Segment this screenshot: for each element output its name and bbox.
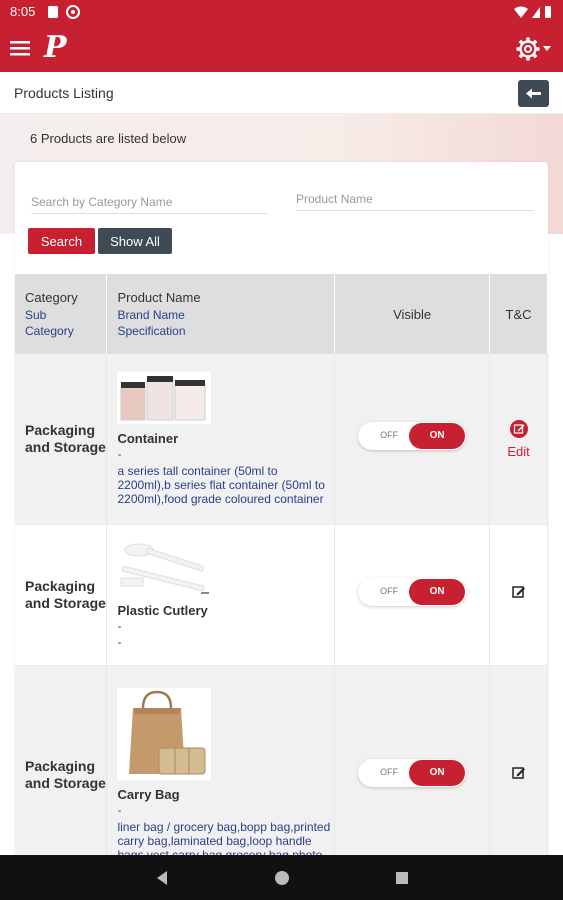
product-image-cutlery[interactable] — [117, 539, 214, 596]
status-time: 8:05 — [10, 4, 36, 19]
tc-edit-link[interactable]: Edit — [490, 419, 547, 459]
signal-battery-icon — [514, 6, 551, 18]
header-visible: Visible — [334, 274, 491, 354]
app-logo[interactable]: P — [44, 30, 67, 65]
header-product-name: Product Name — [117, 290, 201, 305]
table-row: Packaging and Storage Carry Bag - liner — [15, 665, 548, 862]
toggle-on-label: ON — [409, 579, 466, 605]
nav-back-icon[interactable] — [155, 870, 169, 886]
product-cell: Carry Bag - liner bag / grocery bag,bopp… — [106, 665, 336, 862]
visibility-toggle[interactable]: OFF ON — [358, 758, 467, 787]
visibility-toggle[interactable]: OFF ON — [358, 422, 467, 451]
toggle-off-label: OFF — [380, 766, 399, 777]
sim-icon — [48, 6, 58, 18]
edit-icon[interactable] — [511, 765, 527, 781]
settings-gear-icon[interactable] — [515, 36, 541, 62]
row-category: Packaging and Storage — [25, 421, 106, 455]
visible-cell: OFF ON — [334, 524, 491, 666]
toggle-off-label: OFF — [380, 430, 399, 441]
row-specification: - — [117, 634, 122, 649]
edit-circle-icon — [509, 419, 528, 438]
tc-cell: Edit — [489, 354, 548, 525]
visible-cell: OFF ON — [334, 665, 491, 862]
products-count-text: 6 Products are listed below — [30, 131, 187, 146]
system-nav-bar — [0, 855, 563, 900]
header-specification: Specification — [117, 324, 186, 338]
nav-recents-icon[interactable] — [395, 871, 409, 885]
products-card: Search by Category Name Product Name Sea… — [15, 162, 548, 862]
tc-cell — [489, 665, 548, 862]
visible-cell: OFF ON — [334, 354, 491, 525]
product-cell: Plastic Cutlery - - — [106, 524, 336, 666]
products-table: Category Sub Category Product Name Brand… — [15, 274, 548, 862]
header-sub-category: Sub Category — [25, 308, 74, 338]
product-image-container[interactable] — [117, 371, 212, 424]
app-bar: P — [0, 24, 563, 72]
table-row: Packaging and Storage Container - a seri… — [15, 354, 548, 525]
edit-icon[interactable] — [511, 584, 527, 600]
product-cell: Container - a series tall container (50m… — [106, 354, 336, 525]
toggle-on-label: ON — [409, 759, 466, 786]
row-brand: - — [117, 618, 122, 633]
table-header-row: Category Sub Category Product Name Brand… — [15, 274, 548, 354]
tc-cell — [489, 524, 548, 666]
category-cell: Packaging and Storage — [15, 354, 108, 525]
nav-home-icon[interactable] — [274, 870, 290, 886]
category-cell: Packaging and Storage — [15, 665, 108, 862]
row-product-name: Container — [117, 430, 179, 446]
category-search-input[interactable]: Search by Category Name — [31, 195, 267, 214]
header-brand-name: Brand Name — [117, 308, 185, 322]
row-product-name: Plastic Cutlery — [117, 602, 208, 618]
settings-dropdown-caret-icon[interactable] — [543, 46, 551, 51]
tc-edit-label: Edit — [507, 443, 530, 459]
row-product-name: Carry Bag — [117, 787, 180, 802]
header-product-cell: Product Name Brand Name Specification — [106, 274, 336, 354]
header-tc: T&C — [489, 274, 548, 354]
header-category-cell: Category Sub Category — [15, 274, 108, 354]
arrow-left-icon — [526, 88, 541, 99]
page-title: Products Listing — [14, 85, 114, 101]
row-brand: - — [117, 803, 122, 817]
page-header: Products Listing — [0, 72, 563, 114]
product-image-carry-bag[interactable] — [117, 688, 212, 780]
row-specification: a series tall container (50ml to 2200ml)… — [117, 463, 325, 506]
status-bar: 8:05 — [0, 0, 563, 24]
header-category: Category — [25, 290, 78, 305]
product-name-input[interactable]: Product Name — [296, 192, 534, 211]
back-button[interactable] — [518, 80, 549, 107]
row-brand: - — [117, 446, 122, 461]
toggle-off-label: OFF — [380, 586, 399, 596]
show-all-button[interactable]: Show All — [98, 228, 172, 254]
menu-icon[interactable] — [10, 38, 32, 58]
toggle-on-label: ON — [409, 423, 466, 450]
search-button[interactable]: Search — [28, 228, 95, 254]
visibility-toggle[interactable]: OFF ON — [358, 578, 467, 606]
notification-icon — [66, 5, 80, 19]
table-row: Packaging and Storage Plastic Cutlery - … — [15, 524, 548, 666]
row-category: Packaging and Storage — [25, 758, 106, 791]
row-category: Packaging and Storage — [25, 577, 106, 611]
category-cell: Packaging and Storage — [15, 524, 108, 666]
